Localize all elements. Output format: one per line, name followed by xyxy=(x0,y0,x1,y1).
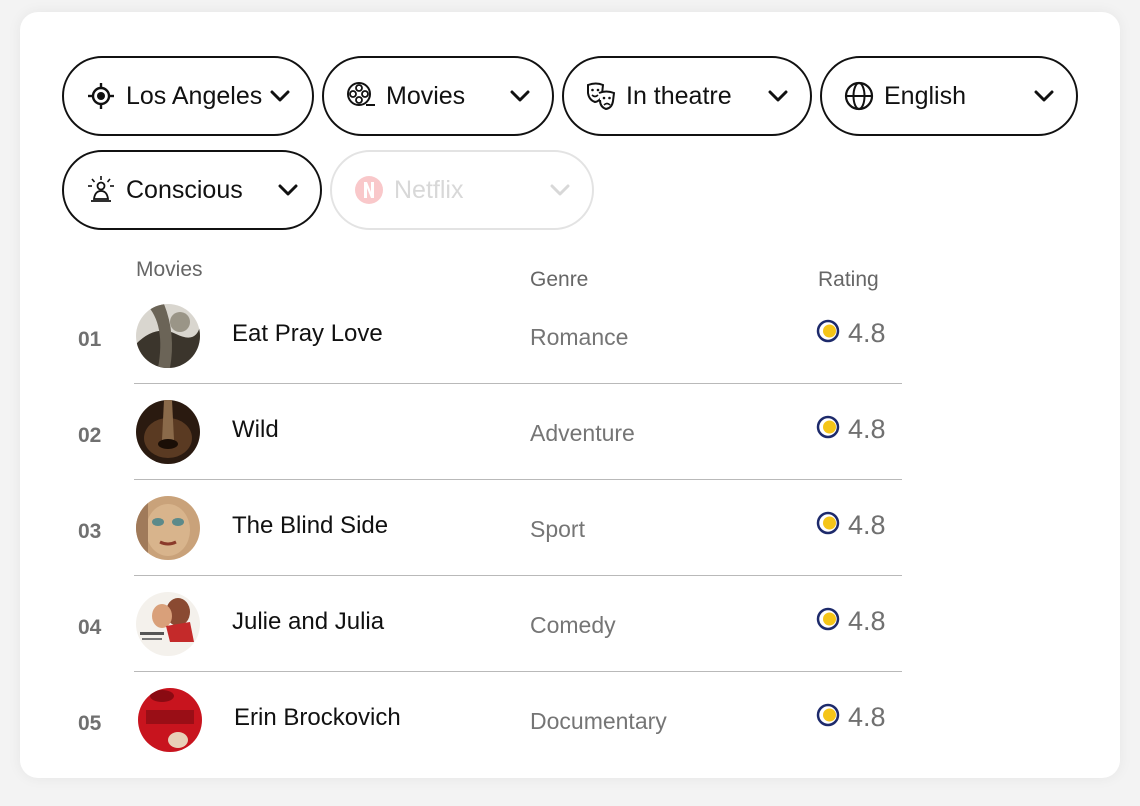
row-number: 03 xyxy=(78,520,102,543)
rating-badge-icon xyxy=(816,415,840,444)
movie-genre: Comedy xyxy=(530,612,616,638)
location-filter-label: Los Angeles xyxy=(126,81,263,110)
streaming-filter-chip: Netflix xyxy=(330,150,594,230)
movie-poster-thumbnail xyxy=(136,592,200,656)
meditation-person-icon xyxy=(86,175,116,205)
rating-badge-icon xyxy=(816,607,840,636)
rating-value: 4.8 xyxy=(848,318,886,348)
category-filter-chip[interactable]: Movies xyxy=(322,56,554,136)
chevron-down-icon xyxy=(508,84,532,108)
movie-genre: Documentary xyxy=(530,708,667,734)
row-number: 01 xyxy=(78,328,102,351)
category-filter-label: Movies xyxy=(386,81,466,110)
movies-card: Los Angeles Movies In theatre English Co… xyxy=(20,12,1120,778)
row-divider xyxy=(134,479,902,480)
theatre-masks-icon xyxy=(586,81,616,111)
location-filter-chip[interactable]: Los Angeles xyxy=(62,56,314,136)
movie-genre: Romance xyxy=(530,324,629,350)
movie-poster-thumbnail xyxy=(136,400,200,464)
movie-genre: Sport xyxy=(530,516,585,542)
location-target-icon xyxy=(86,81,116,111)
table-row[interactable]: 01 Eat Pray Love Romance 4.8 xyxy=(20,300,1120,396)
mood-filter-label: Conscious xyxy=(126,175,243,204)
row-number: 02 xyxy=(78,424,102,447)
chevron-down-icon xyxy=(1032,84,1056,108)
chevron-down-icon xyxy=(766,84,790,108)
movie-poster-thumbnail xyxy=(136,496,200,560)
rating-badge-icon xyxy=(816,511,840,540)
movies-column-header: Movies xyxy=(136,258,203,281)
rating-value: 4.8 xyxy=(848,414,886,444)
rating-value: 4.8 xyxy=(848,510,886,540)
table-row[interactable]: 03 The Blind Side Sport 4.8 xyxy=(20,492,1120,588)
movie-rating: 4.8 xyxy=(816,414,886,445)
chevron-down-icon xyxy=(548,178,572,202)
film-reel-icon xyxy=(346,81,376,111)
rating-value: 4.8 xyxy=(848,606,886,636)
row-divider xyxy=(134,575,902,576)
movie-rating: 4.8 xyxy=(816,510,886,541)
rating-value: 4.8 xyxy=(848,702,886,732)
chevron-down-icon xyxy=(268,84,292,108)
movie-title[interactable]: Eat Pray Love xyxy=(232,320,383,348)
movie-poster-thumbnail xyxy=(138,688,202,752)
rating-badge-icon xyxy=(816,319,840,348)
table-row[interactable]: 05 Erin Brockovich Documentary 4.8 xyxy=(20,684,1120,780)
mood-filter-chip[interactable]: Conscious xyxy=(62,150,322,230)
movie-title[interactable]: Erin Brockovich xyxy=(234,704,401,732)
movie-title[interactable]: Wild xyxy=(232,416,279,444)
streaming-filter-label: Netflix xyxy=(394,175,464,204)
language-filter-chip[interactable]: English xyxy=(820,56,1078,136)
rating-badge-icon xyxy=(816,703,840,732)
chevron-down-icon xyxy=(276,178,300,202)
row-divider xyxy=(134,383,902,384)
row-number: 05 xyxy=(78,712,102,735)
availability-filter-chip[interactable]: In theatre xyxy=(562,56,812,136)
globe-icon xyxy=(844,81,874,111)
movie-title[interactable]: The Blind Side xyxy=(232,512,388,540)
movie-title[interactable]: Julie and Julia xyxy=(232,608,384,636)
language-filter-label: English xyxy=(884,81,966,110)
table-row[interactable]: 02 Wild Adventure 4.8 xyxy=(20,396,1120,492)
movie-rating: 4.8 xyxy=(816,606,886,637)
rating-column-header: Rating xyxy=(818,268,879,291)
movie-rating: 4.8 xyxy=(816,318,886,349)
movie-genre: Adventure xyxy=(530,420,635,446)
movie-poster-thumbnail xyxy=(136,304,200,368)
netflix-logo-icon xyxy=(354,175,384,205)
row-number: 04 xyxy=(78,616,102,639)
genre-column-header: Genre xyxy=(530,268,589,291)
table-row[interactable]: 04 Julie and Julia Comedy 4.8 xyxy=(20,588,1120,684)
row-divider xyxy=(134,671,902,672)
availability-filter-label: In theatre xyxy=(626,81,732,110)
movie-rating: 4.8 xyxy=(816,702,886,733)
